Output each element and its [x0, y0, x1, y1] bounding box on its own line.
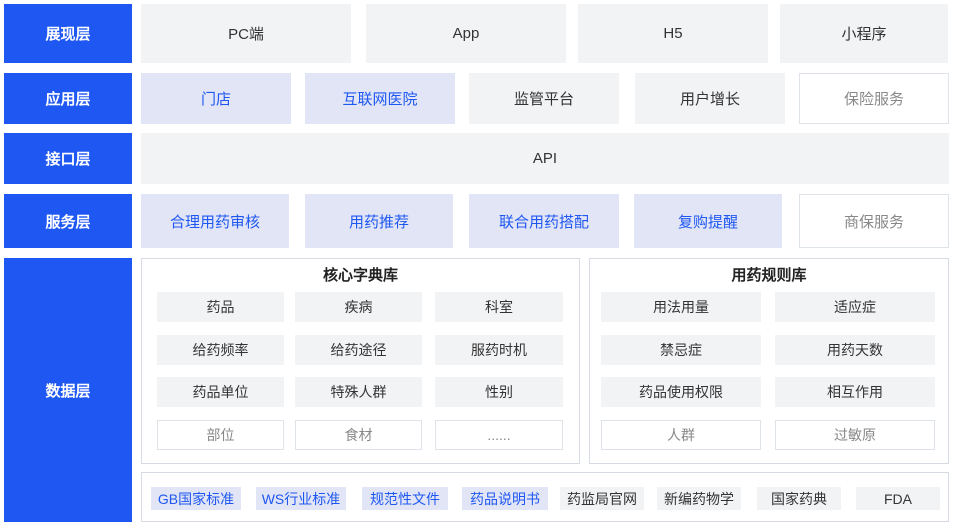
dict-item[interactable]: 部位 — [157, 420, 284, 450]
dict-item[interactable]: 特殊人群 — [295, 377, 422, 407]
dict-item[interactable]: 性别 — [435, 377, 563, 407]
rule-item[interactable]: 用法用量 — [601, 292, 761, 322]
rule-item[interactable]: 过敏原 — [775, 420, 935, 450]
service-combined-medication[interactable]: 联合用药搭配 — [469, 194, 619, 248]
service-drug-recommendation[interactable]: 用药推荐 — [305, 194, 453, 248]
interface-api[interactable]: API — [141, 133, 949, 184]
dict-item[interactable]: 疾病 — [295, 292, 422, 322]
rule-item[interactable]: 用药天数 — [775, 335, 935, 365]
app-store[interactable]: 门店 — [141, 73, 291, 124]
layer-label-interface: 接口层 — [4, 133, 132, 184]
core-dictionary-title: 核心字典库 — [322, 267, 398, 284]
rule-item[interactable]: 禁忌症 — [601, 335, 761, 365]
presentation-pc[interactable]: PC端 — [141, 4, 351, 63]
app-user-growth[interactable]: 用户增长 — [635, 73, 785, 124]
dict-item[interactable]: 给药途径 — [295, 335, 422, 365]
layer-label-presentation: 展现层 — [4, 4, 132, 63]
presentation-miniprogram[interactable]: 小程序 — [780, 4, 948, 63]
source-chip[interactable]: WS行业标准 — [256, 487, 346, 510]
service-repurchase-reminder[interactable]: 复购提醒 — [634, 194, 782, 248]
source-chip[interactable]: 国家药典 — [757, 487, 841, 510]
app-insurance-service[interactable]: 保险服务 — [799, 73, 949, 124]
dict-item[interactable]: 服药时机 — [435, 335, 563, 365]
dict-item[interactable]: 科室 — [435, 292, 563, 322]
source-chip[interactable]: GB国家标准 — [151, 487, 241, 510]
dict-item-more[interactable]: ...... — [435, 420, 563, 450]
layer-label-service: 服务层 — [4, 194, 132, 248]
presentation-app[interactable]: App — [366, 4, 566, 63]
service-rational-drug-review[interactable]: 合理用药审核 — [141, 194, 289, 248]
dict-item[interactable]: 药品 — [157, 292, 284, 322]
source-chip[interactable]: FDA — [856, 487, 940, 510]
core-dictionary-panel: 核心字典库 药品 疾病 科室 给药频率 给药途径 服药时机 药品单位 特殊人群 … — [141, 258, 580, 464]
dict-item[interactable]: 药品单位 — [157, 377, 284, 407]
rules-panel: 用药规则库 用法用量 适应症 禁忌症 用药天数 药品使用权限 相互作用 人群 过… — [589, 258, 949, 464]
source-chip[interactable]: 药监局官网 — [560, 487, 644, 510]
dict-item[interactable]: 给药频率 — [157, 335, 284, 365]
layer-label-data: 数据层 — [4, 258, 132, 522]
rules-title: 用药规则库 — [731, 267, 807, 284]
dict-item[interactable]: 食材 — [295, 420, 422, 450]
source-chip[interactable]: 新编药物学 — [657, 487, 741, 510]
app-internet-hospital[interactable]: 互联网医院 — [305, 73, 455, 124]
layer-label-application: 应用层 — [4, 73, 132, 124]
presentation-h5[interactable]: H5 — [578, 4, 768, 63]
service-commercial-insurance[interactable]: 商保服务 — [799, 194, 949, 248]
source-chip[interactable]: 药品说明书 — [462, 487, 548, 510]
source-chip[interactable]: 规范性文件 — [362, 487, 448, 510]
rule-item[interactable]: 人群 — [601, 420, 761, 450]
rule-item[interactable]: 药品使用权限 — [601, 377, 761, 407]
rule-item[interactable]: 适应症 — [775, 292, 935, 322]
app-regulatory-platform[interactable]: 监管平台 — [469, 73, 619, 124]
rule-item[interactable]: 相互作用 — [775, 377, 935, 407]
